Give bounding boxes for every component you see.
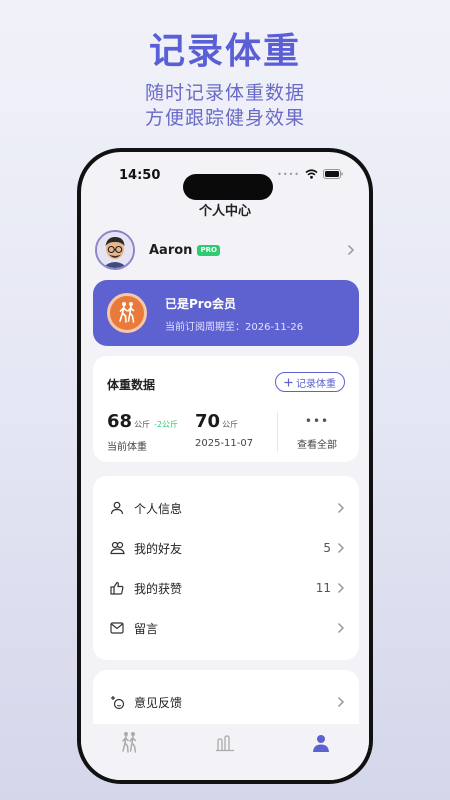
current-weight-stat: 68 公斤 -2公斤 当前体重 <box>107 411 179 454</box>
likes-count: 11 <box>315 581 331 595</box>
profile-row[interactable]: Aaron PRO <box>95 228 357 272</box>
previous-weight-unit: 公斤 <box>222 420 239 429</box>
more-dots-icon: ••• <box>304 414 330 428</box>
view-all-button[interactable]: ••• 查看全部 <box>281 414 353 451</box>
phone-screen: 14:50 •••• 个人中心 Aaron PRO 已是Pro会员 当前订阅周期… <box>81 152 369 780</box>
status-bar: 14:50 •••• <box>81 168 369 200</box>
record-weight-label: 记录体重 <box>296 378 336 390</box>
menu-item-label: 我的好友 <box>134 541 183 556</box>
weight-delta: -2公斤 <box>154 420 179 429</box>
menu-card: 个人信息 我的好友 5 我的获赞 11 留言 <box>93 476 359 660</box>
tab-home[interactable] <box>109 730 149 756</box>
vip-subscription-period: 当前订阅周期至：2026-11-26 <box>165 322 304 333</box>
menu-item-label: 个人信息 <box>134 501 183 516</box>
chevron-right-icon <box>337 502 345 514</box>
menu-item-friends[interactable]: 我的好友 5 <box>93 528 359 568</box>
pro-badge: PRO <box>197 244 220 256</box>
mail-icon <box>109 620 125 636</box>
avatar[interactable] <box>95 230 135 270</box>
tab-bar <box>81 724 369 780</box>
tab-profile[interactable] <box>301 730 341 756</box>
view-all-label: 查看全部 <box>297 440 337 451</box>
menu-item-likes[interactable]: 我的获赞 11 <box>93 568 359 608</box>
phone-frame: 14:50 •••• 个人中心 Aaron PRO 已是Pro会员 当前订阅周期… <box>77 148 373 784</box>
current-weight-unit: 公斤 <box>134 420 151 429</box>
friends-icon <box>109 540 125 556</box>
chevron-right-icon[interactable] <box>347 244 355 256</box>
dynamic-island <box>183 174 273 200</box>
tab-stats[interactable] <box>205 730 245 756</box>
previous-weight-stat[interactable]: 70 公斤 2025-11-07 <box>195 411 254 450</box>
chart-icon <box>216 735 234 752</box>
avatar-memoji-icon <box>97 232 133 268</box>
signal-dots-icon: •••• <box>277 169 300 179</box>
thumbs-up-icon <box>109 580 125 596</box>
person-icon <box>109 500 125 516</box>
profile-icon <box>313 735 329 752</box>
vip-walking-icon <box>107 293 147 333</box>
vip-title: 已是Pro会员 <box>165 297 236 311</box>
chevron-right-icon <box>337 696 345 708</box>
username: Aaron <box>149 242 193 258</box>
menu-item-personal-info[interactable]: 个人信息 <box>93 488 359 528</box>
status-time: 14:50 <box>119 168 161 183</box>
promo-title: 记录体重 <box>148 31 301 72</box>
chevron-right-icon <box>337 542 345 554</box>
weight-card-title: 体重数据 <box>107 378 156 392</box>
previous-weight-date: 2025-11-07 <box>195 438 254 449</box>
walking-icon <box>122 732 137 753</box>
friends-count: 5 <box>323 541 331 555</box>
menu-item-label: 意见反馈 <box>134 695 183 710</box>
current-weight-label: 当前体重 <box>107 442 147 453</box>
wifi-icon <box>305 169 318 179</box>
current-weight-value: 68 <box>107 411 133 432</box>
previous-weight-value: 70 <box>195 411 221 432</box>
divider <box>277 412 278 452</box>
vip-membership-card[interactable]: 已是Pro会员 当前订阅周期至：2026-11-26 <box>93 280 359 346</box>
record-weight-button[interactable]: 记录体重 <box>275 372 345 392</box>
status-icons: •••• <box>277 169 343 179</box>
battery-icon <box>323 169 343 179</box>
chevron-right-icon <box>337 622 345 634</box>
promo-subtitle-line2: 方便跟踪健身效果 <box>144 107 305 129</box>
plus-icon <box>284 378 293 386</box>
menu-item-label: 留言 <box>134 621 159 636</box>
promo-subtitle-line1: 随时记录体重数据 <box>144 82 305 104</box>
weight-data-card: 体重数据 记录体重 68 公斤 -2公斤 当前体重 70 公斤 2025-11-07 … <box>93 356 359 462</box>
menu-item-feedback[interactable]: 意见反馈 <box>93 682 359 722</box>
feedback-icon <box>109 694 125 710</box>
menu-item-label: 我的获赞 <box>134 581 183 596</box>
menu-item-messages[interactable]: 留言 <box>93 608 359 648</box>
page-title: 个人中心 <box>198 204 251 219</box>
chevron-right-icon <box>337 582 345 594</box>
